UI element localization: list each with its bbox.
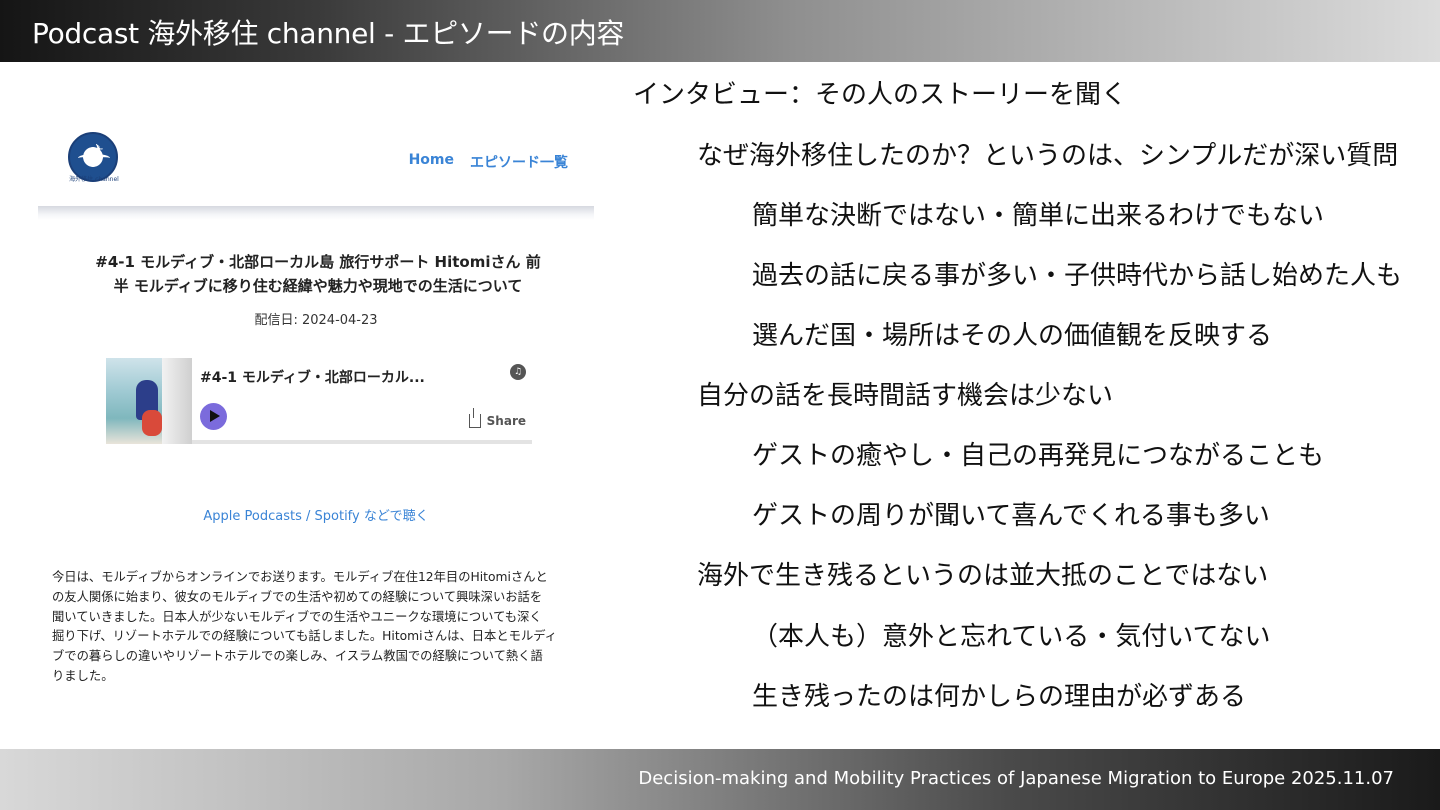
episode-title-line-2: 半 モルディブに移り住む経緯や魅力や現地での生活について xyxy=(113,277,523,295)
logo-caption: 海外移住 channel xyxy=(69,176,119,183)
nav-home-link[interactable]: Home xyxy=(409,152,454,172)
player-episode-title: #4-1 モルディブ・北部ローカル... xyxy=(200,370,425,386)
description-line: 今日は、モルディブからオンラインでお送ります。モルディブ在住12年目のHitom… xyxy=(52,570,548,584)
play-button[interactable] xyxy=(200,403,227,430)
bullet-level-1: 海外で生き残るというのは並大抵のことではない xyxy=(697,561,1269,591)
episode-title: #4-1 モルディブ・北部ローカル島 旅行サポート Hitomiさん 前 半 モ… xyxy=(88,250,548,298)
bullet-level-1: 自分の話を長時間話す機会は少ない xyxy=(697,381,1114,411)
site-nav: Home エピソード一覧 xyxy=(409,152,568,172)
episode-description: 今日は、モルディブからオンラインでお送ります。モルディブ在住12年目のHitom… xyxy=(52,568,588,687)
podcast-site-screenshot: ✈ 海外移住 channel Home エピソード一覧 #4-1 モルディブ・北… xyxy=(38,120,594,720)
slide-footer: Decision-making and Mobility Practices o… xyxy=(0,749,1440,810)
bullet-level-2: 生き残ったのは何かしらの理由が必ずある xyxy=(752,682,1247,712)
slide-header: Podcast 海外移住 channel - エピソードの内容 xyxy=(0,0,1440,62)
share-button[interactable]: Share xyxy=(468,408,526,428)
bullet-level-2: ゲストの癒やし・自己の再発見につながることも xyxy=(752,441,1325,471)
spotify-player: #4-1 モルディブ・北部ローカル... ♫ Share xyxy=(106,358,532,444)
share-icon xyxy=(468,408,481,428)
bullet-level-2: 簡単な決断ではない・簡単に出来るわけでもない xyxy=(752,201,1325,231)
nav-episodes-link[interactable]: エピソード一覧 xyxy=(470,152,568,172)
bullet-level-1: なぜ海外移住したのか？というのは、シンプルだが深い質問 xyxy=(697,141,1399,171)
bullet-level-2: ゲストの周りが聞いて喜んでくれる事も多い xyxy=(752,501,1270,531)
episode-date: 配信日: 2024-04-23 xyxy=(254,313,378,328)
playback-progress-bar[interactable] xyxy=(192,440,532,444)
episode-title-line-1: #4-1 モルディブ・北部ローカル島 旅行サポート Hitomiさん 前 xyxy=(95,253,541,271)
description-line: 掘り下げ、リゾートホテルでの経験についても話しました。Hitomiさんは、日本と… xyxy=(52,629,557,644)
description-line: の友人関係に始まり、彼女のモルディブでの生活や初めての経験について興味深いお話を xyxy=(52,589,543,604)
bullet-level-2: 過去の話に戻る事が多い・子供時代から話し始めた人も xyxy=(752,261,1403,291)
listen-platforms-link[interactable]: Apple Podcasts / Spotify などで聴く xyxy=(38,505,594,524)
header-divider xyxy=(38,206,594,220)
share-label: Share xyxy=(486,414,526,428)
bullet-level-0: インタビュー：その人のストーリーを聞く xyxy=(633,80,1128,110)
episode-cover-image xyxy=(106,358,192,444)
description-line: ブでの暮らしの違いやリゾートホテルでの楽しみ、イスラム教国での経験について熱く語 xyxy=(52,649,543,664)
slide-title: Podcast 海外移住 channel - エピソードの内容 xyxy=(32,17,625,50)
spotify-icon[interactable]: ♫ xyxy=(510,364,526,380)
sail-shape xyxy=(162,358,192,444)
bullet-level-2: （本人も）意外と忘れている・気付いてない xyxy=(752,622,1271,652)
footer-text: Decision-making and Mobility Practices o… xyxy=(638,768,1394,789)
airplane-icon: ✈ xyxy=(92,142,104,158)
child-shape xyxy=(142,410,162,436)
description-line: 聞いていきました。日本人が少ないモルディブでの生活やユニークな環境についても深く xyxy=(52,609,542,624)
bullet-level-2: 選んだ国・場所はその人の価値観を反映する xyxy=(752,321,1273,351)
description-line: りました。 xyxy=(52,668,114,683)
